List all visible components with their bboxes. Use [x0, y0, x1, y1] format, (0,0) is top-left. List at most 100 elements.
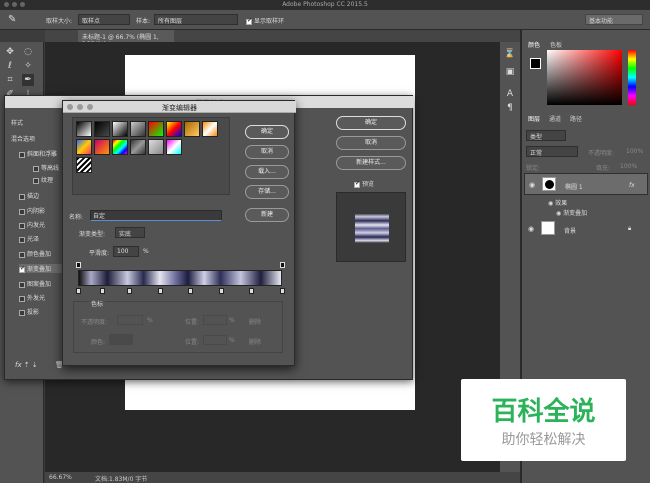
paragraph-icon[interactable]: ¶ — [504, 102, 516, 114]
move-tool-icon[interactable]: ✥ — [4, 46, 16, 58]
opacity-delete-button[interactable]: 删除 — [249, 317, 261, 326]
smoothness-input[interactable]: 100 — [113, 246, 139, 257]
preview-checkbox[interactable]: 预览 — [354, 179, 374, 188]
gradient-bar[interactable] — [78, 270, 282, 286]
eye-icon[interactable]: ◉ — [529, 181, 537, 189]
color-stop[interactable] — [188, 288, 194, 294]
fx-menu-icon[interactable]: fx ⇡ ⇣ — [15, 361, 38, 369]
style-item[interactable]: 外发光 — [19, 293, 45, 302]
sample-select[interactable]: 所有图层 — [154, 14, 238, 25]
eyedropper-icon[interactable]: ✒ — [22, 74, 34, 86]
gradient-preset-swatch[interactable] — [76, 157, 92, 173]
tab-color[interactable]: 颜色 — [528, 40, 540, 49]
tab-paths[interactable]: 路径 — [570, 114, 582, 123]
window-close-dot[interactable] — [4, 2, 9, 7]
style-item[interactable]: 渐变叠加 — [19, 264, 67, 273]
gradient-load-button[interactable]: 载入... — [245, 165, 289, 179]
color-stop-swatch[interactable] — [109, 334, 133, 345]
style-checkbox[interactable] — [19, 236, 25, 243]
layer-row-ellipse[interactable]: ◉ 椭圆 1 fx — [524, 173, 648, 195]
color-stop[interactable] — [157, 288, 163, 294]
eye-icon[interactable]: ◉ — [528, 225, 536, 233]
color-stop[interactable] — [249, 288, 255, 294]
style-item[interactable]: 斜面和浮雕 — [19, 149, 57, 158]
gradient-preset-swatch[interactable] — [148, 139, 164, 155]
gradient-preset-swatch[interactable] — [166, 139, 182, 155]
style-checkbox[interactable] — [19, 208, 25, 215]
new-style-button[interactable]: 新建样式... — [336, 156, 406, 170]
style-checkbox[interactable] — [19, 251, 25, 258]
opacity-location-input[interactable] — [203, 315, 227, 325]
workspace-switcher[interactable]: 基本功能 — [585, 14, 643, 25]
sample-size-select[interactable]: 取样点 — [78, 14, 130, 25]
opacity-stop-input[interactable] — [117, 315, 143, 325]
color-picker-field[interactable] — [547, 50, 622, 105]
style-item[interactable]: 图案叠加 — [19, 279, 51, 288]
layer-style-cancel-button[interactable]: 取消 — [336, 136, 406, 150]
blend-options-item[interactable]: 混合选项 — [11, 134, 35, 143]
style-checkbox[interactable] — [19, 151, 25, 158]
gradient-preset-swatch[interactable] — [94, 139, 110, 155]
style-checkbox[interactable] — [19, 281, 25, 288]
style-item[interactable]: 投影 — [19, 307, 39, 316]
doc-info[interactable]: 文档:1.83M/0 字节 — [95, 474, 147, 483]
marquee-tool-icon[interactable]: ◌ — [22, 46, 34, 58]
foreground-color[interactable] — [530, 58, 541, 69]
layer-style-ok-button[interactable]: 确定 — [336, 116, 406, 130]
gradient-preset-swatch[interactable] — [130, 139, 146, 155]
style-checkbox[interactable] — [19, 309, 25, 316]
zoom-level[interactable]: 66.67% — [49, 474, 72, 481]
gradient-preset-swatch[interactable] — [130, 121, 146, 137]
window-min-dot[interactable] — [12, 2, 17, 7]
gradient-preset-swatch[interactable] — [112, 121, 128, 137]
history-icon[interactable]: ⌛ — [504, 48, 516, 60]
opacity-stop[interactable] — [280, 262, 285, 268]
gradient-preset-swatch[interactable] — [202, 121, 218, 137]
color-stop[interactable] — [76, 288, 81, 294]
color-delete-button[interactable]: 删除 — [249, 337, 261, 346]
color-stop[interactable] — [127, 288, 132, 294]
blend-mode-select[interactable]: 正常 — [526, 146, 578, 157]
lasso-tool-icon[interactable]: ℓ — [4, 60, 16, 72]
layer-row-background[interactable]: ◉ 背景 🔒︎ — [524, 218, 648, 240]
tab-swatches[interactable]: 色板 — [550, 40, 562, 49]
gradient-preset-swatch[interactable] — [76, 121, 92, 137]
preview-check-icon[interactable] — [354, 180, 360, 188]
gradient-type-select[interactable]: 实底 — [115, 227, 145, 238]
show-ring-check-icon[interactable] — [246, 17, 252, 25]
window-max-dot[interactable] — [20, 2, 25, 7]
show-ring-checkbox[interactable]: 显示取样环 — [246, 16, 284, 25]
gradient-preset-swatch[interactable] — [148, 121, 164, 137]
hue-slider[interactable] — [628, 50, 636, 105]
fx-icon[interactable]: fx — [629, 182, 635, 189]
style-checkbox[interactable] — [19, 193, 25, 200]
gradient-new-button[interactable]: 新建 — [245, 208, 289, 222]
opacity-value[interactable]: 100% — [626, 148, 643, 155]
magic-wand-tool-icon[interactable]: ✧ — [22, 60, 34, 72]
color-stop[interactable] — [280, 288, 285, 294]
style-checkbox[interactable] — [19, 222, 25, 229]
gradient-ok-button[interactable]: 确定 — [245, 125, 289, 139]
gradient-name-input[interactable] — [90, 210, 222, 221]
style-checkbox[interactable] — [33, 177, 39, 184]
gradient-cancel-button[interactable]: 取消 — [245, 145, 289, 159]
character-icon[interactable]: A — [504, 88, 516, 100]
style-item[interactable]: 颜色叠加 — [19, 249, 51, 258]
gradient-preset-swatch[interactable] — [94, 121, 110, 137]
layer-kind-filter[interactable]: 类型 — [526, 130, 566, 141]
style-item[interactable]: 等高线 — [33, 163, 59, 172]
style-item[interactable]: 内发光 — [19, 220, 45, 229]
style-checkbox[interactable] — [19, 295, 25, 302]
gradient-preset-swatch[interactable] — [184, 121, 200, 137]
layer-name[interactable]: 背景 — [564, 226, 576, 235]
swatch-icon[interactable]: ▣ — [504, 66, 516, 78]
style-item[interactable]: 描边 — [19, 191, 39, 200]
color-stop[interactable] — [218, 288, 224, 294]
gradient-preset-swatch[interactable] — [112, 139, 128, 155]
style-item[interactable]: 光泽 — [19, 234, 39, 243]
effects-row[interactable]: ◉ 效果 — [548, 198, 567, 207]
crop-tool-icon[interactable]: ⌗ — [4, 74, 16, 86]
eyedropper-tool-icon[interactable]: ✎ — [8, 14, 16, 25]
gradient-preset-swatch[interactable] — [76, 139, 92, 155]
opacity-stop[interactable] — [76, 262, 81, 268]
